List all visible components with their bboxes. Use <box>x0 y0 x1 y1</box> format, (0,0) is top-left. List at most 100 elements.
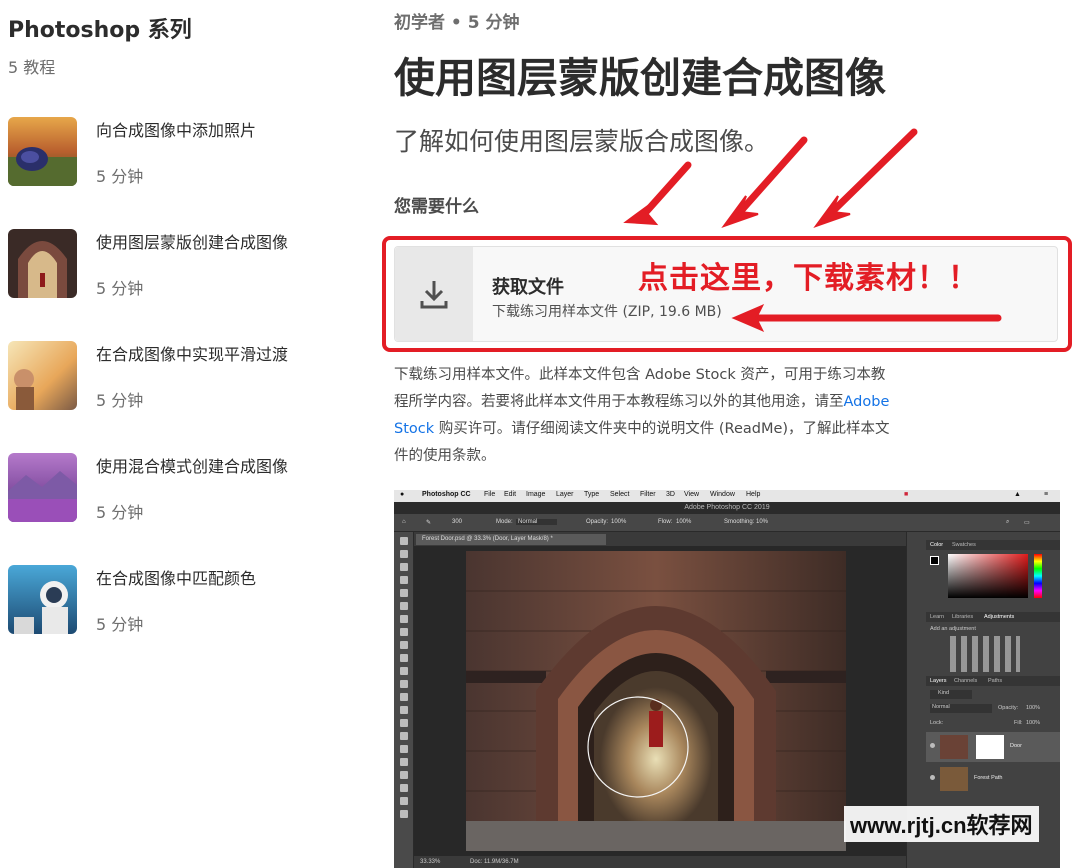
tab-learn: Learn <box>930 614 945 620</box>
ps-menu-item: Filter <box>640 491 656 498</box>
ps-menubar: ● Photoshop CC File Edit Image Layer Typ… <box>394 490 1060 502</box>
lead-text: 了解如何使用图层蒙版合成图像。 <box>394 127 770 156</box>
mode-select: Normal <box>516 519 558 525</box>
forest-door-image <box>466 551 846 851</box>
color-picker <box>948 554 1028 598</box>
tab-channels: Channels <box>954 678 978 684</box>
lesson-thumbnail <box>8 453 77 522</box>
section-heading: 您需要什么 <box>394 197 479 217</box>
flow-value: 100% <box>676 519 692 525</box>
lesson-duration: 5 分钟 <box>96 391 144 410</box>
flow-label: Flow: <box>658 519 673 525</box>
ps-menu-item: 3D <box>666 491 675 498</box>
lesson-thumbnail <box>8 229 77 298</box>
doc-size: Doc: 11.9M/36.7M <box>470 859 519 865</box>
ps-menu-item: Edit <box>504 491 517 498</box>
lesson-title: 向合成图像中添加照片 <box>96 121 257 140</box>
download-subtitle: 下载练习用样本文件 (ZIP, 19.6 MB) <box>492 304 722 320</box>
ps-menu-item: File <box>484 491 496 498</box>
brush-tool-icon: ✎ <box>426 520 432 526</box>
menu-list-icon: ≡ <box>1044 491 1049 498</box>
tab-adjustments: Adjustments <box>984 614 1015 620</box>
page-title: 使用图层蒙版创建合成图像 <box>394 54 886 102</box>
brush-size: 300 <box>452 519 463 525</box>
series-count: 5 教程 <box>8 58 56 77</box>
ps-document-tab: Forest Door.psd @ 33.3% (Door, Layer Mas… <box>416 534 606 545</box>
ps-menu-item: Image <box>526 491 546 498</box>
lesson-duration: 5 分钟 <box>96 615 144 634</box>
lesson-thumbnail <box>8 565 77 634</box>
hue-slider <box>1034 554 1042 598</box>
lesson-thumbnail <box>8 341 77 410</box>
download-title: 获取文件 <box>492 277 564 298</box>
layer-opacity-value: 100% <box>1026 705 1041 711</box>
lesson-item[interactable]: 在合成图像中实现平滑过渡 5 分钟 <box>8 341 358 421</box>
mode-label: Mode: <box>496 519 513 525</box>
ps-menu-item: View <box>684 491 700 498</box>
smoothing-value: 10% <box>756 519 769 525</box>
ps-options-bar: ⌂ ✎ 300 Mode: Normal Opacity: 100% Flow:… <box>394 514 1060 532</box>
description-text: 购买许可。请仔细阅读文件夹中的说明文件 (ReadMe)，了解此样本文件的使用条… <box>394 421 890 464</box>
layer-kind-filter: Kind <box>930 690 972 699</box>
layer-row: Door <box>926 732 1060 762</box>
download-icon <box>420 281 448 309</box>
layer-thumbnail <box>940 735 968 759</box>
adjustment-icons <box>950 636 1020 672</box>
main-content: 初学者 • 5 分钟 使用图层蒙版创建合成图像 了解如何使用图层蒙版合成图像。 … <box>382 0 1080 868</box>
layer-row: Forest Path <box>926 764 1060 794</box>
download-description: 下载练习用样本文件。此样本文件包含 Adobe Stock 资产，可用于练习本教… <box>394 362 894 470</box>
lesson-title: 在合成图像中实现平滑过渡 <box>96 345 289 364</box>
ps-menu-item: Window <box>710 491 735 498</box>
ps-menu-item: Layer <box>556 491 574 498</box>
ps-window-title: Adobe Photoshop CC 2019 <box>394 502 1060 514</box>
description-text: 下载练习用样本文件。此样本文件包含 Adobe Stock 资产，可用于练习本教… <box>394 367 886 410</box>
tab-libraries: Libraries <box>952 614 974 620</box>
ps-menu-item: Select <box>610 491 630 498</box>
lesson-title: 使用混合模式创建合成图像 <box>96 457 289 476</box>
lesson-item[interactable]: 向合成图像中添加照片 5 分钟 <box>8 117 358 197</box>
search-icon: ⌕ <box>1006 519 1010 525</box>
ps-status-bar: 33.33% Doc: 11.9M/36.7M <box>414 856 906 868</box>
lesson-meta: 初学者 • 5 分钟 <box>394 13 520 33</box>
layer-mask-thumbnail <box>976 735 1004 759</box>
ps-menu-item: Help <box>746 491 761 498</box>
workspace-icon: ▭ <box>1024 520 1030 526</box>
lesson-duration: 5 分钟 <box>96 279 144 298</box>
fill-label: Fill: <box>1014 720 1023 726</box>
lesson-item[interactable]: 使用混合模式创建合成图像 5 分钟 <box>8 453 358 533</box>
opacity-value: 100% <box>611 519 627 525</box>
tab-swatches: Swatches <box>952 542 976 548</box>
foreground-swatch <box>930 556 939 565</box>
tab-color: Color <box>930 542 944 548</box>
home-icon: ⌂ <box>402 519 406 525</box>
zoom-level: 33.33% <box>420 859 441 865</box>
sidebar: Photoshop 系列 5 教程 向合成图像中添加照片 5 分钟 使用图层蒙版… <box>0 0 370 868</box>
lesson-item[interactable]: 在合成图像中匹配颜色 5 分钟 <box>8 565 358 645</box>
apple-icon: ● <box>400 491 405 498</box>
lesson-title: 使用图层蒙版创建合成图像 <box>96 233 289 252</box>
annotation-text: 点击这里，下载素材！！ <box>638 261 979 296</box>
adjustments-label: Add an adjustment <box>930 626 976 632</box>
visibility-icon <box>930 743 935 748</box>
lesson-title: 在合成图像中匹配颜色 <box>96 569 257 588</box>
smoothing-label: Smoothing: <box>724 519 755 525</box>
creative-cloud-icon: ■ <box>904 491 909 498</box>
layer-name: Forest Path <box>974 775 1003 781</box>
adjustments-panel-tabs: Learn Libraries Adjustments <box>926 612 1060 622</box>
lesson-item[interactable]: 使用图层蒙版创建合成图像 5 分钟 <box>8 229 358 309</box>
lesson-duration: 5 分钟 <box>96 167 144 186</box>
tab-paths: Paths <box>988 678 1003 684</box>
color-panel-tabs: Color Swatches <box>926 540 1060 550</box>
series-title: Photoshop 系列 <box>8 18 192 43</box>
layer-opacity-label: Opacity: <box>998 705 1019 711</box>
blend-mode-select: Normal <box>930 704 992 713</box>
download-icon-box <box>395 247 473 341</box>
lesson-thumbnail <box>8 117 77 186</box>
layer-thumbnail <box>940 767 968 791</box>
layer-name: Door <box>1010 743 1022 749</box>
visibility-icon <box>930 775 935 780</box>
tab-layers: Layers <box>930 678 947 684</box>
layers-panel-tabs: Layers Channels Paths <box>926 676 1060 686</box>
ps-tools-panel <box>394 532 414 868</box>
user-icon: ▲ <box>1014 491 1021 498</box>
